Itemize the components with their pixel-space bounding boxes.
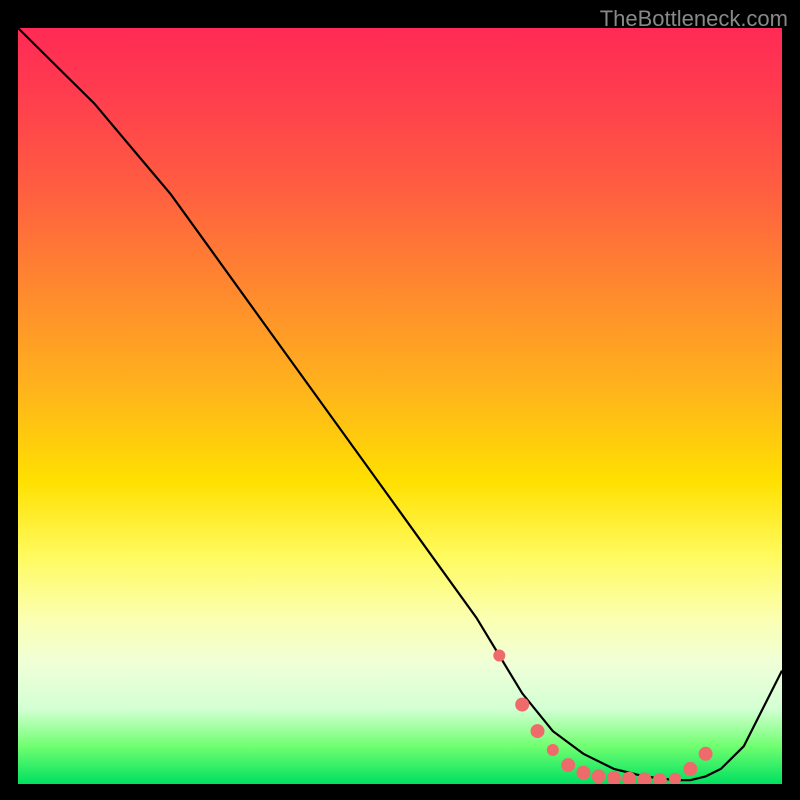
marker-group: [493, 650, 712, 785]
marker-dot: [699, 747, 713, 761]
marker-dot: [638, 773, 652, 785]
marker-dot: [515, 698, 529, 712]
marker-dot: [669, 773, 681, 784]
bottleneck-curve: [18, 28, 782, 780]
marker-dot: [576, 766, 590, 780]
plot-gradient-background: [18, 28, 782, 784]
watermark-text: TheBottleneck.com: [600, 6, 788, 32]
marker-dot: [592, 769, 606, 783]
marker-dot: [493, 650, 505, 662]
marker-dot: [683, 762, 697, 776]
marker-dot: [531, 724, 545, 738]
chart-container: TheBottleneck.com: [0, 0, 800, 800]
marker-dot: [607, 771, 621, 784]
chart-svg: [18, 28, 782, 784]
marker-dot: [653, 773, 667, 784]
marker-dot: [547, 744, 559, 756]
marker-dot: [561, 758, 575, 772]
marker-dot: [622, 772, 636, 784]
